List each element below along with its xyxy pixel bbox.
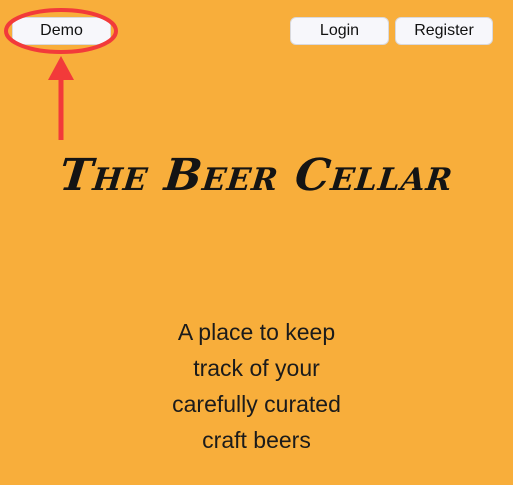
tagline-line: carefully curated xyxy=(172,391,341,417)
tagline: A place to keep track of your carefully … xyxy=(0,314,513,458)
login-button[interactable]: Login xyxy=(290,17,389,45)
register-button[interactable]: Register xyxy=(395,17,493,45)
tagline-line: A place to keep xyxy=(177,319,336,345)
page-title: The Beer Cellar xyxy=(57,150,456,201)
arrow-up-icon xyxy=(48,56,74,80)
tagline-line: track of your xyxy=(193,355,320,381)
demo-button[interactable]: Demo xyxy=(12,17,111,45)
tagline-line: craft beers xyxy=(202,427,311,453)
